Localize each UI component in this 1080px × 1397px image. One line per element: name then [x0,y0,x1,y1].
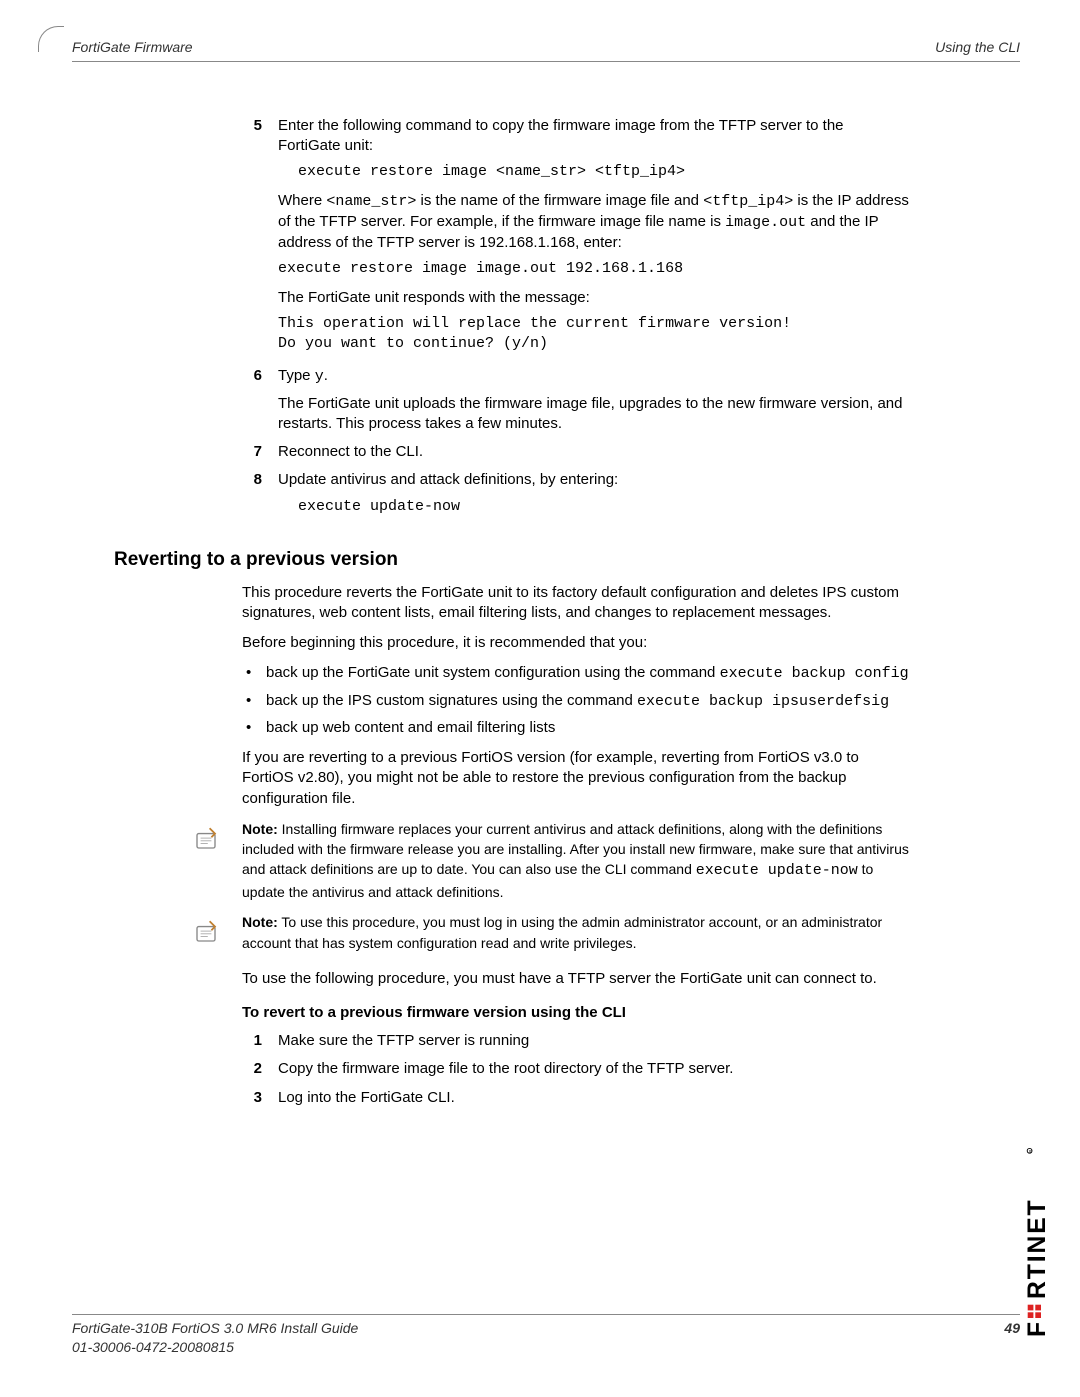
note-2: Note: To use this procedure, you must lo… [188,912,910,956]
bullet-2: • back up the IPS custom signatures usin… [242,691,910,712]
step6-text: Type y. [278,366,910,387]
note-text: Note: To use this procedure, you must lo… [242,912,910,953]
bullet-mark: • [242,663,266,684]
page-footer: FortiGate-310B FortiOS 3.0 MR6 Install G… [72,1314,1020,1357]
note-icon [188,819,228,863]
svg-text:F: F [1024,1320,1051,1337]
step8-text: Update antivirus and attack definitions,… [278,470,910,490]
note-text: Note: Installing firmware replaces your … [242,819,910,903]
footer-line2: 01-30006-0472-20080815 [72,1338,358,1357]
bullet-1: • back up the FortiGate unit system conf… [242,663,910,684]
step6-desc: The FortiGate unit uploads the firmware … [278,394,910,435]
step-body: Enter the following command to copy the … [278,116,910,363]
page-header: FortiGate Firmware Using the CLI [72,38,1020,57]
step-number: 5 [242,116,278,363]
step-body: Make sure the TFTP server is running [278,1031,910,1055]
step-number: 7 [242,442,278,466]
step7-text: Reconnect to the CLI. [278,442,910,462]
step5-where: Where <name_str> is the name of the firm… [278,191,910,254]
step-5: 5 Enter the following command to copy th… [242,116,910,363]
subhead: To revert to a previous firmware version… [242,1003,910,1023]
bullet-body: back up the FortiGate unit system config… [266,663,910,684]
step-body: Update antivirus and attack definitions,… [278,470,910,525]
step-body: Log into the FortiGate CLI. [278,1088,910,1112]
step8-cmd: execute update-now [298,497,910,517]
step-body: Reconnect to the CLI. [278,442,910,466]
step5-responds: The FortiGate unit responds with the mes… [278,288,910,308]
bullet-mark: • [242,691,266,712]
header-rule [72,61,1020,62]
bullet-body: back up the IPS custom signatures using … [266,691,910,712]
step-number: 6 [242,366,278,438]
step-6: 6 Type y. The FortiGate unit uploads the… [242,366,910,438]
bullet-3: • back up web content and email filterin… [242,718,910,738]
substep-3: 3 Log into the FortiGate CLI. [242,1088,910,1112]
section-heading: Reverting to a previous version [114,547,910,573]
footer-left: FortiGate-310B FortiOS 3.0 MR6 Install G… [72,1319,358,1357]
step-7: 7 Reconnect to the CLI. [242,442,910,466]
step-8: 8 Update antivirus and attack definition… [242,470,910,525]
step-number: 3 [242,1088,278,1112]
fortinet-logo: F RTINET R [1020,1097,1062,1357]
step-body: Copy the firmware image file to the root… [278,1059,910,1083]
substep3-text: Log into the FortiGate CLI. [278,1088,910,1108]
note-icon [188,912,228,956]
step-number: 8 [242,470,278,525]
footer-rule [72,1314,1020,1315]
step-number: 2 [242,1059,278,1083]
step5-cmd1: execute restore image <name_str> <tftp_i… [298,162,910,182]
note-1: Note: Installing firmware replaces your … [188,819,910,903]
page-number: 49 [1004,1319,1020,1357]
corner-decoration [38,26,64,52]
section-p2: Before beginning this procedure, it is r… [242,633,910,653]
step-body: Type y. The FortiGate unit uploads the f… [278,366,910,438]
main-content: 5 Enter the following command to copy th… [242,116,910,1112]
substep1-text: Make sure the TFTP server is running [278,1031,910,1051]
header-left: FortiGate Firmware [72,38,193,57]
section-body: This procedure reverts the FortiGate uni… [242,583,910,1024]
header-right: Using the CLI [935,38,1020,57]
svg-text:R: R [1029,1150,1033,1153]
section-p3: If you are reverting to a previous Forti… [242,748,910,809]
svg-text:RTINET: RTINET [1024,1198,1051,1299]
footer-line1: FortiGate-310B FortiOS 3.0 MR6 Install G… [72,1319,358,1338]
step5-intro: Enter the following command to copy the … [278,116,910,157]
bullet-body: back up web content and email filtering … [266,718,910,738]
substep-1: 1 Make sure the TFTP server is running [242,1031,910,1055]
substep2-text: Copy the firmware image file to the root… [278,1059,910,1079]
step-number: 1 [242,1031,278,1055]
section-p4: To use the following procedure, you must… [242,969,910,989]
step5-cmd2: execute restore image image.out 192.168.… [278,259,910,279]
bullet-mark: • [242,718,266,738]
section-p1: This procedure reverts the FortiGate uni… [242,583,910,624]
substep-2: 2 Copy the firmware image file to the ro… [242,1059,910,1083]
step5-cmd3: This operation will replace the current … [278,314,910,355]
